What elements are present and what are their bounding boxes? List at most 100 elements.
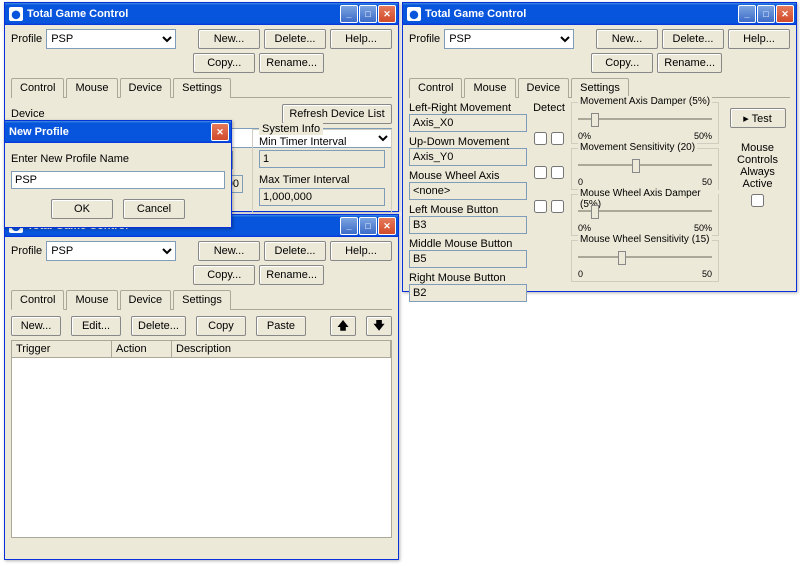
- tab-device[interactable]: Device: [518, 78, 570, 98]
- tabs: Control Mouse Device Settings: [11, 77, 392, 98]
- profile-label: Profile: [11, 245, 42, 257]
- tab-control[interactable]: Control: [11, 78, 64, 98]
- tabs: Control Mouse Device Settings: [11, 289, 392, 310]
- minimize-icon[interactable]: _: [340, 5, 358, 23]
- move-up-button[interactable]: 🡅: [330, 316, 356, 336]
- wheel-sensitivity-slider[interactable]: Mouse Wheel Sensitivity (15) 050: [571, 240, 719, 282]
- test-button[interactable]: ▸ Test: [730, 108, 786, 128]
- detect-lbtn[interactable]: [551, 166, 564, 179]
- tab-mouse[interactable]: Mouse: [464, 78, 515, 98]
- app-icon: ⬤: [9, 7, 23, 21]
- table-body[interactable]: [11, 358, 392, 538]
- titlebar[interactable]: ⬤ Total Game Control _ □ ✕: [403, 3, 796, 25]
- mbtn-value: [409, 250, 527, 268]
- close-icon[interactable]: ✕: [776, 5, 794, 23]
- min-timer-label: Min Timer Interval: [259, 136, 385, 148]
- window-mouse: ⬤ Total Game Control _ □ ✕ Profile PSP N…: [402, 2, 797, 292]
- dialog-titlebar[interactable]: New Profile ✕: [5, 121, 231, 143]
- close-icon[interactable]: ✕: [211, 123, 229, 141]
- delete-button[interactable]: Delete...: [662, 29, 724, 49]
- lr-label: Left-Right Movement: [409, 102, 527, 114]
- rbtn-value: [409, 284, 527, 302]
- maximize-icon[interactable]: □: [757, 5, 775, 23]
- tab-control[interactable]: Control: [409, 78, 462, 98]
- always-active-checkbox[interactable]: [751, 194, 764, 207]
- rename-button[interactable]: Rename...: [259, 265, 324, 285]
- rename-button[interactable]: Rename...: [259, 53, 324, 73]
- movement-sensitivity-slider[interactable]: Movement Sensitivity (20) 050: [571, 148, 719, 190]
- profile-name-input[interactable]: [11, 171, 225, 189]
- delete-button[interactable]: Delete...: [264, 241, 326, 261]
- tabs: Control Mouse Device Settings: [409, 77, 790, 98]
- app-icon: ⬤: [407, 7, 421, 21]
- detect-ud[interactable]: [551, 132, 564, 145]
- profile-select[interactable]: PSP: [46, 29, 176, 49]
- detect-rbtn[interactable]: [551, 200, 564, 213]
- maximize-icon[interactable]: □: [359, 5, 377, 23]
- help-button[interactable]: Help...: [728, 29, 790, 49]
- dialog-title: New Profile: [9, 126, 211, 138]
- minimize-icon[interactable]: _: [738, 5, 756, 23]
- movement-damper-slider[interactable]: Movement Axis Damper (5%) 0%50%: [571, 102, 719, 144]
- detect-wheel[interactable]: [534, 166, 547, 179]
- detect-mbtn[interactable]: [534, 200, 547, 213]
- profile-label: Profile: [409, 33, 440, 45]
- tab-control[interactable]: Control: [11, 290, 64, 310]
- tab-mouse[interactable]: Mouse: [66, 290, 117, 310]
- mbtn-label: Middle Mouse Button: [409, 238, 527, 250]
- lbtn-label: Left Mouse Button: [409, 204, 527, 216]
- profile-select[interactable]: PSP: [46, 241, 176, 261]
- titlebar[interactable]: ⬤ Total Game Control _ □ ✕: [5, 3, 398, 25]
- profile-select[interactable]: PSP: [444, 29, 574, 49]
- new-profile-dialog: New Profile ✕ Enter New Profile Name OK …: [4, 120, 232, 228]
- max-timer-value: [259, 188, 385, 206]
- rename-button[interactable]: Rename...: [657, 53, 722, 73]
- copy-button[interactable]: Copy...: [193, 53, 255, 73]
- ud-value: [409, 148, 527, 166]
- always-active-label: Mouse Controls Always Active: [725, 142, 790, 190]
- col-action[interactable]: Action: [112, 341, 172, 357]
- wheel-damper-slider[interactable]: Mouse Wheel Axis Damper (5%) 0%50%: [571, 194, 719, 236]
- new-button[interactable]: New...: [11, 316, 61, 336]
- paste-button[interactable]: Paste: [256, 316, 306, 336]
- maximize-icon[interactable]: □: [359, 217, 377, 235]
- minimize-icon[interactable]: _: [340, 217, 358, 235]
- copy-button[interactable]: Copy...: [591, 53, 653, 73]
- copy-button[interactable]: Copy: [196, 316, 246, 336]
- new-button[interactable]: New...: [596, 29, 658, 49]
- new-button[interactable]: New...: [198, 241, 260, 261]
- title-text: Total Game Control: [27, 8, 340, 20]
- move-down-button[interactable]: 🡇: [366, 316, 392, 336]
- detect-lr[interactable]: [534, 132, 547, 145]
- ud-label: Up-Down Movement: [409, 136, 527, 148]
- cancel-button[interactable]: Cancel: [123, 199, 185, 219]
- help-button[interactable]: Help...: [330, 241, 392, 261]
- dialog-prompt: Enter New Profile Name: [11, 153, 225, 165]
- tab-device[interactable]: Device: [120, 290, 172, 310]
- rbtn-label: Right Mouse Button: [409, 272, 527, 284]
- close-icon[interactable]: ✕: [378, 5, 396, 23]
- wheel-label: Mouse Wheel Axis: [409, 170, 527, 182]
- tab-settings[interactable]: Settings: [571, 78, 629, 98]
- tab-mouse[interactable]: Mouse: [66, 78, 117, 98]
- col-trigger[interactable]: Trigger: [12, 341, 112, 357]
- max-timer-label: Max Timer Interval: [259, 174, 385, 186]
- copy-button[interactable]: Copy...: [193, 265, 255, 285]
- wheel-value: [409, 182, 527, 200]
- refresh-button[interactable]: Refresh Device List: [282, 104, 392, 124]
- close-icon[interactable]: ✕: [378, 217, 396, 235]
- edit-button[interactable]: Edit...: [71, 316, 121, 336]
- title-text: Total Game Control: [425, 8, 738, 20]
- tab-device[interactable]: Device: [120, 78, 172, 98]
- help-button[interactable]: Help...: [330, 29, 392, 49]
- ok-button[interactable]: OK: [51, 199, 113, 219]
- tab-settings[interactable]: Settings: [173, 78, 231, 98]
- tab-settings[interactable]: Settings: [173, 290, 231, 310]
- col-description[interactable]: Description: [172, 341, 391, 357]
- profile-label: Profile: [11, 33, 42, 45]
- device-label: Device: [11, 108, 45, 120]
- sysinfo-title: System Info: [259, 123, 323, 135]
- delete-button[interactable]: Delete...: [264, 29, 326, 49]
- new-button[interactable]: New...: [198, 29, 260, 49]
- delete-button[interactable]: Delete...: [131, 316, 186, 336]
